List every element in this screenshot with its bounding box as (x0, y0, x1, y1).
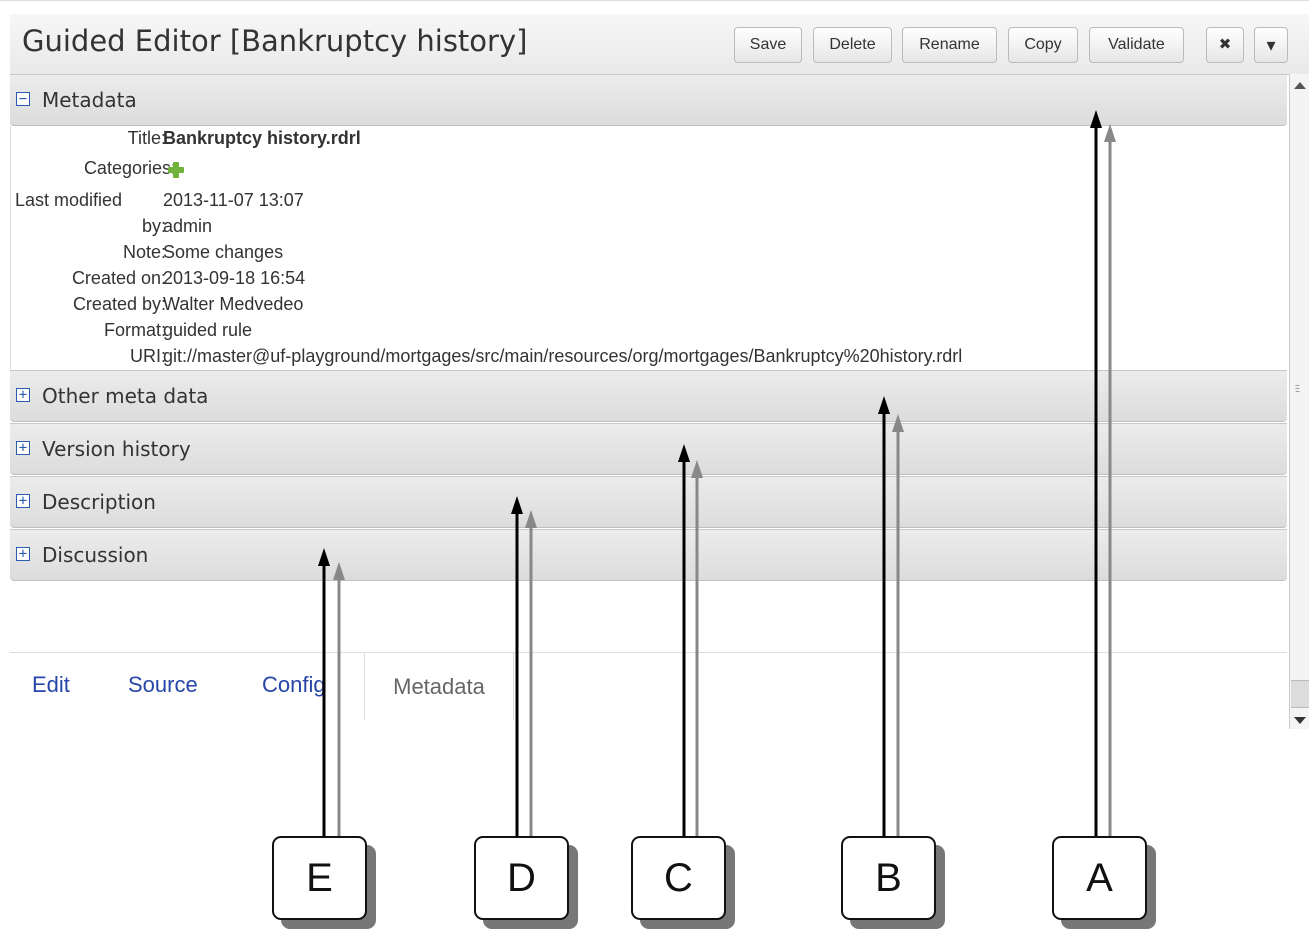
callout-c: C (631, 836, 726, 920)
callout-b: B (841, 836, 936, 920)
callout-arrows (318, 110, 1116, 836)
callout-a: A (1052, 836, 1147, 920)
callout-d: D (474, 836, 569, 920)
callout-e: E (272, 836, 367, 920)
